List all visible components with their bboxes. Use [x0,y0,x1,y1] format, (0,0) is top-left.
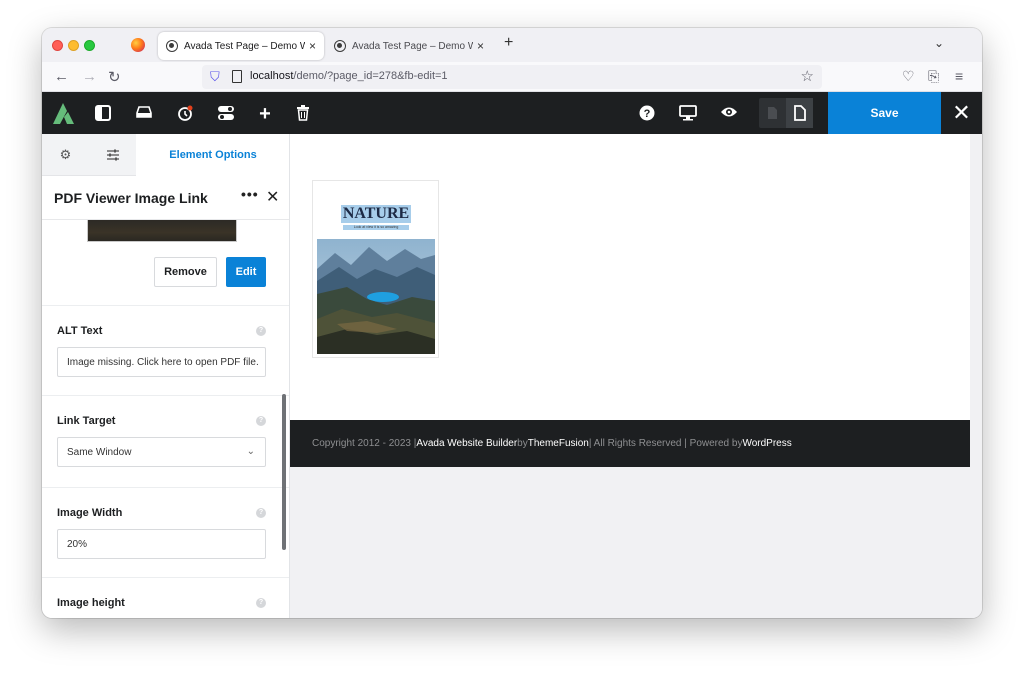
tab-close-icon[interactable]: × [477,39,484,53]
browser-tab[interactable]: Avada Test Page – Demo Websi × [326,32,492,60]
navigation-bar: ← → ↻ ⛉ localhost/demo/?page_id=278&fb-e… [42,62,982,92]
image-height-field-group: Image height ? [42,577,289,618]
sidebar-tabs: ⚙ Element Options [42,134,289,176]
document-dark-icon[interactable] [759,98,786,128]
document-icon[interactable] [786,98,813,128]
footer-by: by [517,438,528,449]
remove-button[interactable]: Remove [154,257,217,287]
footer-link-platform[interactable]: WordPress [742,438,791,449]
help-icon[interactable]: ? [256,598,266,608]
help-icon[interactable]: ? [256,326,266,336]
url-bar[interactable]: ⛉ localhost/demo/?page_id=278&fb-edit=1 … [202,65,822,89]
library-icon[interactable] [135,105,153,123]
footer-rights: | All Rights Reserved | Powered by [588,438,743,449]
desktop-icon[interactable] [679,105,697,123]
panel-header: PDF Viewer Image Link ••• ✕ [42,176,289,220]
more-options-icon[interactable]: ••• [241,186,259,202]
sidebar-toggle-icon[interactable] [94,105,112,123]
field-label: Link Target [57,415,116,427]
new-tab-button[interactable]: + [504,34,513,52]
pocket-icon[interactable]: ♡ [902,68,915,85]
page-content: NATURE Look at view it is so amazing Cop… [290,134,970,467]
maximize-window-button[interactable] [84,40,95,51]
image-width-field-group: Image Width ? 20% [42,487,289,577]
reload-icon[interactable]: ↻ [108,68,121,86]
field-label: Image height [57,597,125,609]
panel-title: PDF Viewer Image Link [54,190,208,206]
bookmark-star-icon[interactable]: ☆ [801,67,814,85]
tab-element-options[interactable]: Element Options [136,134,289,176]
field-label: Image Width [57,507,123,519]
field-label: ALT Text [57,325,103,337]
wordpress-favicon-icon [166,40,178,52]
preview-title: NATURE [341,205,411,223]
preview-subtitle: Look at view it is so amazing [343,225,409,230]
url-path: /demo/?page_id=278&fb-edit=1 [293,70,448,82]
footer-copyright: Copyright 2012 - 2023 | [312,438,417,449]
tab-settings[interactable]: ⚙ [42,134,89,176]
view-mode-toggle [759,98,813,128]
svg-text:?: ? [644,108,651,120]
back-arrow-icon[interactable]: ← [54,68,69,85]
element-options-sidebar: ⚙ Element Options PDF Viewer Image Link … [42,134,290,618]
page-canvas: NATURE Look at view it is so amazing Cop… [290,134,982,618]
mountain-lake-image [317,239,435,354]
tab-title: Avada Test Page – Demo Websi [184,40,305,52]
sliders-icon [106,149,119,161]
tab-close-icon[interactable]: × [309,39,316,53]
alt-text-field-group: ALT Text ? Image missing. Click here to … [42,305,289,395]
close-panel-icon[interactable]: ✕ [266,187,279,207]
select-value: Same Window [67,446,132,458]
gear-icon: ⚙ [59,147,72,162]
alt-text-input[interactable]: Image missing. Click here to open PDF fi… [57,347,266,377]
forward-arrow-icon[interactable]: → [82,68,97,85]
pdf-image-link[interactable]: NATURE Look at view it is so amazing [312,180,439,358]
image-width-input[interactable]: 20% [57,529,266,559]
minimize-window-button[interactable] [68,40,79,51]
tab-title: Avada Test Page – Demo Websi [352,40,473,52]
list-all-tabs-icon[interactable]: ⌄ [934,36,944,50]
wordpress-favicon-icon [334,40,346,52]
add-icon[interactable]: + [256,104,274,124]
help-icon[interactable]: ? [256,508,266,518]
close-window-button[interactable] [52,40,63,51]
toggle-icon[interactable] [217,105,235,123]
tab-bar: Avada Test Page – Demo Websi × Avada Tes… [42,28,982,62]
extensions-icon[interactable]: ⎘ [928,68,939,85]
tab-design[interactable] [89,134,136,176]
edit-button[interactable]: Edit [226,257,266,287]
chevron-down-icon: ⌄ [246,446,255,457]
help-icon[interactable]: ? [638,105,656,123]
page-info-icon[interactable] [232,70,242,83]
footer-link-builder[interactable]: Avada Website Builder [416,438,517,449]
avada-logo-icon[interactable] [50,100,76,126]
url-text[interactable]: localhost/demo/?page_id=278&fb-edit=1 [250,70,448,82]
url-host: localhost [250,70,294,82]
tracking-protection-shield-icon[interactable]: ⛉ [210,69,220,85]
sidebar-scrollbar[interactable] [282,334,286,616]
save-button[interactable]: Save [828,92,941,134]
browser-window: Avada Test Page – Demo Websi × Avada Tes… [42,28,982,618]
close-builder-button[interactable]: ✕ [941,92,982,134]
canvas-gutter [970,134,982,618]
help-icon[interactable]: ? [256,416,266,426]
scrollbar-thumb[interactable] [282,394,286,550]
builder-toolbar: + ? Save ✕ [42,92,982,134]
history-icon[interactable] [176,105,194,123]
image-thumbnail [87,220,237,242]
footer-link-company[interactable]: ThemeFusion [528,438,589,449]
menu-icon[interactable]: ≡ [955,68,963,84]
trash-icon[interactable] [294,105,312,123]
preview-icon[interactable] [720,105,738,123]
site-footer: Copyright 2012 - 2023 | Avada Website Bu… [290,420,970,467]
link-target-select[interactable]: Same Window ⌄ [57,437,266,467]
browser-tab-active[interactable]: Avada Test Page – Demo Websi × [158,32,324,60]
link-target-field-group: Link Target ? Same Window ⌄ [42,395,289,487]
firefox-view-icon[interactable] [131,38,145,52]
